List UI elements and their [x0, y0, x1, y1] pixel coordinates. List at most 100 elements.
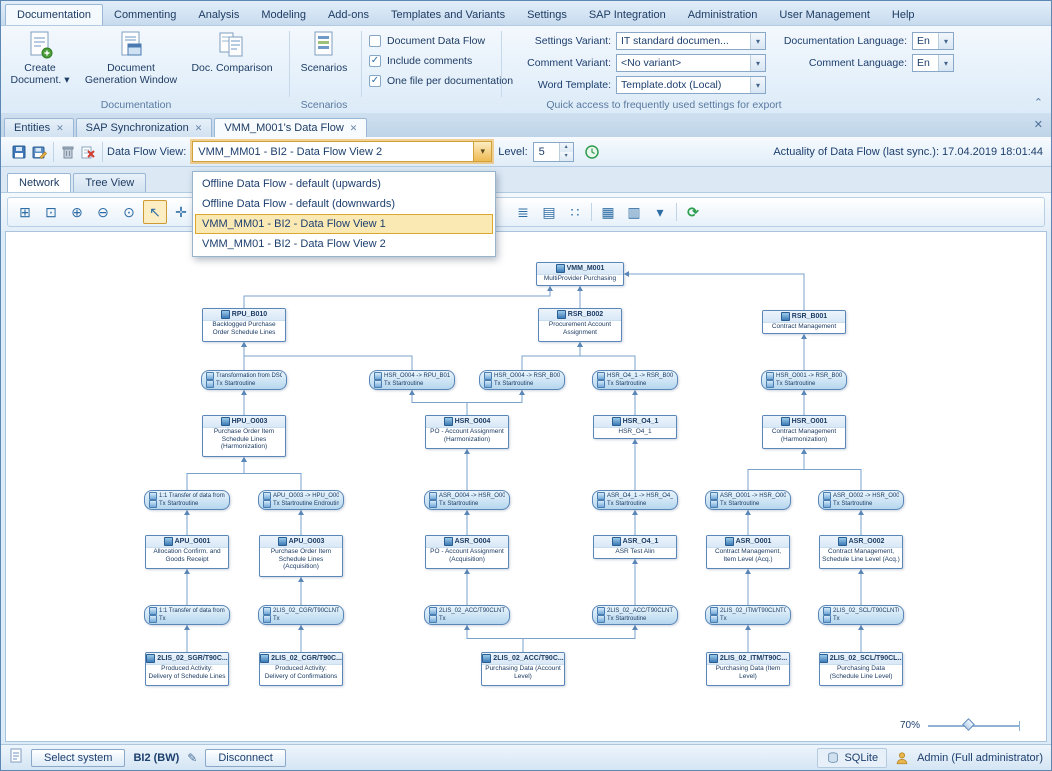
chevron-down-icon[interactable]: ▾: [938, 55, 953, 71]
save-icon[interactable]: [9, 142, 29, 162]
tab-close-icon[interactable]: ✕: [350, 123, 358, 134]
ribbon-tab-help[interactable]: Help: [881, 5, 926, 25]
ribbon-tab-administration[interactable]: Administration: [677, 5, 769, 25]
table-view-icon[interactable]: ▦: [596, 200, 620, 224]
close-pane-icon[interactable]: ✕: [1034, 118, 1043, 131]
node-HPU_O003[interactable]: HPU_O003Purchase Order ItemSchedule Line…: [202, 415, 286, 457]
chevron-down-icon[interactable]: ▾: [750, 77, 765, 93]
node-T10[interactable]: ASR_O001 -> HSR_O001Tx Startroutine: [705, 490, 791, 510]
dropdown-option-offline-data-flow-default-downwards[interactable]: Offline Data Flow - default (downwards): [195, 194, 493, 214]
database-chip[interactable]: SQLite: [817, 748, 887, 768]
chevron-down-icon[interactable]: ▾: [750, 33, 765, 49]
node-DS_ACC[interactable]: 2LIS_02_ACC/T90C...Purchasing Data (Acco…: [481, 652, 565, 686]
node-T7[interactable]: APU_O003 -> HPU_O003Tx Startroutine Endr…: [258, 490, 344, 510]
node-T16[interactable]: 2LIS_02_ITM/T90CLNT090 ->...Tx: [705, 605, 791, 625]
node-T11[interactable]: ASR_O002 -> HSR_O001Tx Startroutine: [818, 490, 904, 510]
zoom-slider-thumb[interactable]: [962, 718, 975, 731]
node-T3[interactable]: HSR_O004 -> RSR_B002Tx Startroutine: [479, 370, 565, 390]
ribbon-tab-modeling[interactable]: Modeling: [250, 5, 317, 25]
node-T5[interactable]: HSR_O001 -> RSR_B001Tx Startroutine: [761, 370, 847, 390]
doc-comparison-button[interactable]: Doc. Comparison: [189, 30, 275, 74]
checkbox-include-comments[interactable]: ✓Include comments: [369, 55, 513, 67]
node-DS_ITM[interactable]: 2LIS_02_ITM/T90C...Purchasing Data (Item…: [706, 652, 790, 686]
zoom-slider[interactable]: [928, 725, 1020, 727]
remove-data-flow-icon[interactable]: [78, 142, 98, 162]
view-tab-tree-view[interactable]: Tree View: [73, 173, 146, 192]
chart-export-icon[interactable]: ▥: [622, 200, 646, 224]
chevron-down-icon[interactable]: ▾: [750, 55, 765, 71]
layers-icon[interactable]: ≣: [511, 200, 535, 224]
comment-variant-combo[interactable]: <No variant>▾: [616, 54, 766, 72]
node-T12[interactable]: 1:1 Transfer of data from 2LIS...Tx: [144, 605, 230, 625]
node-ASR_O001[interactable]: ASR_O001Contract Management,Item Level (…: [706, 535, 790, 569]
ribbon-tab-commenting[interactable]: Commenting: [103, 5, 187, 25]
node-T4[interactable]: HSR_O4_1 -> RSR_B002Tx Startroutine: [592, 370, 678, 390]
ribbon-tab-templates-and-variants[interactable]: Templates and Variants: [380, 5, 516, 25]
tab-close-icon[interactable]: ✕: [56, 123, 64, 134]
comment-language-combo[interactable]: En▾: [912, 54, 954, 72]
view-tab-network[interactable]: Network: [7, 173, 71, 192]
node-RSR_B002[interactable]: RSR_B002Procurement AccountAssignment: [538, 308, 622, 342]
chevron-down-icon[interactable]: ▾: [938, 33, 953, 49]
sync-time-clock-icon[interactable]: [582, 142, 602, 162]
zoom-in-icon[interactable]: ⊕: [65, 200, 89, 224]
checkbox-document-data-flow[interactable]: Document Data Flow: [369, 35, 513, 47]
node-T14[interactable]: 2LIS_02_ACC/T90CLNT090 ->...Tx: [424, 605, 510, 625]
collapse-ribbon-icon[interactable]: ⌃: [1034, 96, 1043, 109]
edit-system-pen-icon[interactable]: ✎: [187, 751, 197, 765]
dropdown-option-vmm-mm01-bi2-data-flow-view-1[interactable]: VMM_MM01 - BI2 - Data Flow View 1: [195, 214, 493, 234]
node-HSR_O4_1[interactable]: HSR_O4_1HSR_O4_1: [593, 415, 677, 439]
pan-hand-icon[interactable]: ✛: [169, 200, 193, 224]
ribbon-tab-add-ons[interactable]: Add-ons: [317, 5, 380, 25]
node-DS_SCL[interactable]: 2LIS_02_SCL/T90CL...Purchasing Data(Sche…: [819, 652, 903, 686]
node-RSR_B001[interactable]: RSR_B001Contract Management: [762, 310, 846, 334]
ribbon-tab-user-management[interactable]: User Management: [768, 5, 881, 25]
doc-tab-entities[interactable]: Entities✕: [4, 118, 74, 137]
spin-down-icon[interactable]: ▾: [560, 152, 573, 161]
ribbon-tab-sap-integration[interactable]: SAP Integration: [578, 5, 677, 25]
tab-close-icon[interactable]: ✕: [195, 123, 203, 134]
node-VMM[interactable]: VMM_M001MultiProvider Purchasing: [536, 262, 624, 286]
delete-icon[interactable]: [58, 142, 78, 162]
overview-window-icon[interactable]: ⊡: [39, 200, 63, 224]
scenarios-button[interactable]: Scenarios: [295, 30, 353, 74]
checkbox-checked-icon[interactable]: ✓: [369, 55, 381, 67]
fit-content-icon[interactable]: ⊞: [13, 200, 37, 224]
ribbon-tab-analysis[interactable]: Analysis: [187, 5, 250, 25]
documentation-language-combo[interactable]: En▾: [912, 32, 954, 50]
zoom-out-icon[interactable]: ⊖: [91, 200, 115, 224]
node-T8[interactable]: ASR_O004 -> HSR_O004Tx Startroutine: [424, 490, 510, 510]
doc-tab-vmm-m001-s-data-flow[interactable]: VMM_M001's Data Flow✕: [214, 118, 367, 137]
checkbox-unchecked-icon[interactable]: [369, 35, 381, 47]
node-T13[interactable]: 2LIS_02_CGR/T90CLNT090 ->...Tx: [258, 605, 344, 625]
node-ASR_O004[interactable]: ASR_O004PO - Account Assignment(Acquisit…: [425, 535, 509, 569]
save-as-icon[interactable]: [29, 142, 49, 162]
node-APU_O003[interactable]: APU_O003Purchase Order ItemSchedule Line…: [259, 535, 343, 577]
node-HSR_O004[interactable]: HSR_O004PO - Account Assignment(Harmoniz…: [425, 415, 509, 449]
node-APU_O001[interactable]: APU_O001Allocation Confirm. andGoods Rec…: [145, 535, 229, 569]
word-template-combo[interactable]: Template.dotx (Local)▾: [616, 76, 766, 94]
document-generation-window-button[interactable]: Document Generation Window: [83, 30, 179, 86]
spin-up-icon[interactable]: ▴: [560, 143, 573, 152]
node-ASR_O002[interactable]: ASR_O002Contract Management,Schedule Lin…: [819, 535, 903, 569]
data-flow-canvas[interactable]: VMM_M001MultiProvider PurchasingRPU_B010…: [5, 231, 1047, 742]
grid-dots-icon[interactable]: ∷: [563, 200, 587, 224]
select-system-button[interactable]: Select system: [31, 749, 125, 767]
node-ASR_O4_1[interactable]: ASR_O4_1ASR Test Alin: [593, 535, 677, 559]
pointer-select-icon[interactable]: ↖: [143, 200, 167, 224]
node-T9[interactable]: ASR_O4_1 -> HSR_O4_1Tx Startroutine: [592, 490, 678, 510]
level-stepper[interactable]: 5 ▴ ▾: [533, 142, 574, 162]
doc-tab-sap-synchronization[interactable]: SAP Synchronization✕: [76, 118, 213, 137]
layout-stack-icon[interactable]: ▤: [537, 200, 561, 224]
disconnect-button[interactable]: Disconnect: [205, 749, 285, 767]
settings-variant-combo[interactable]: IT standard documen...▾: [616, 32, 766, 50]
node-T15[interactable]: 2LIS_02_ACC/T90CLNT090 ->...Tx Startrout…: [592, 605, 678, 625]
node-T1[interactable]: Transformation from DSO HP...Tx Startrou…: [201, 370, 287, 390]
refresh-icon[interactable]: ⟳: [681, 200, 705, 224]
checkbox-one-file-per-documentation[interactable]: ✓One file per documentation: [369, 75, 513, 87]
dropdown-option-vmm-mm01-bi2-data-flow-view-2[interactable]: VMM_MM01 - BI2 - Data Flow View 2: [195, 234, 493, 254]
create-document-button[interactable]: Create Document. ▾: [7, 30, 73, 86]
node-HSR_O001[interactable]: HSR_O001Contract Management(Harmonizatio…: [762, 415, 846, 449]
chevron-down-small-icon[interactable]: ▾: [648, 200, 672, 224]
node-DS_SGR[interactable]: 2LIS_02_SGR/T90C...Produced Activity:Del…: [145, 652, 229, 686]
